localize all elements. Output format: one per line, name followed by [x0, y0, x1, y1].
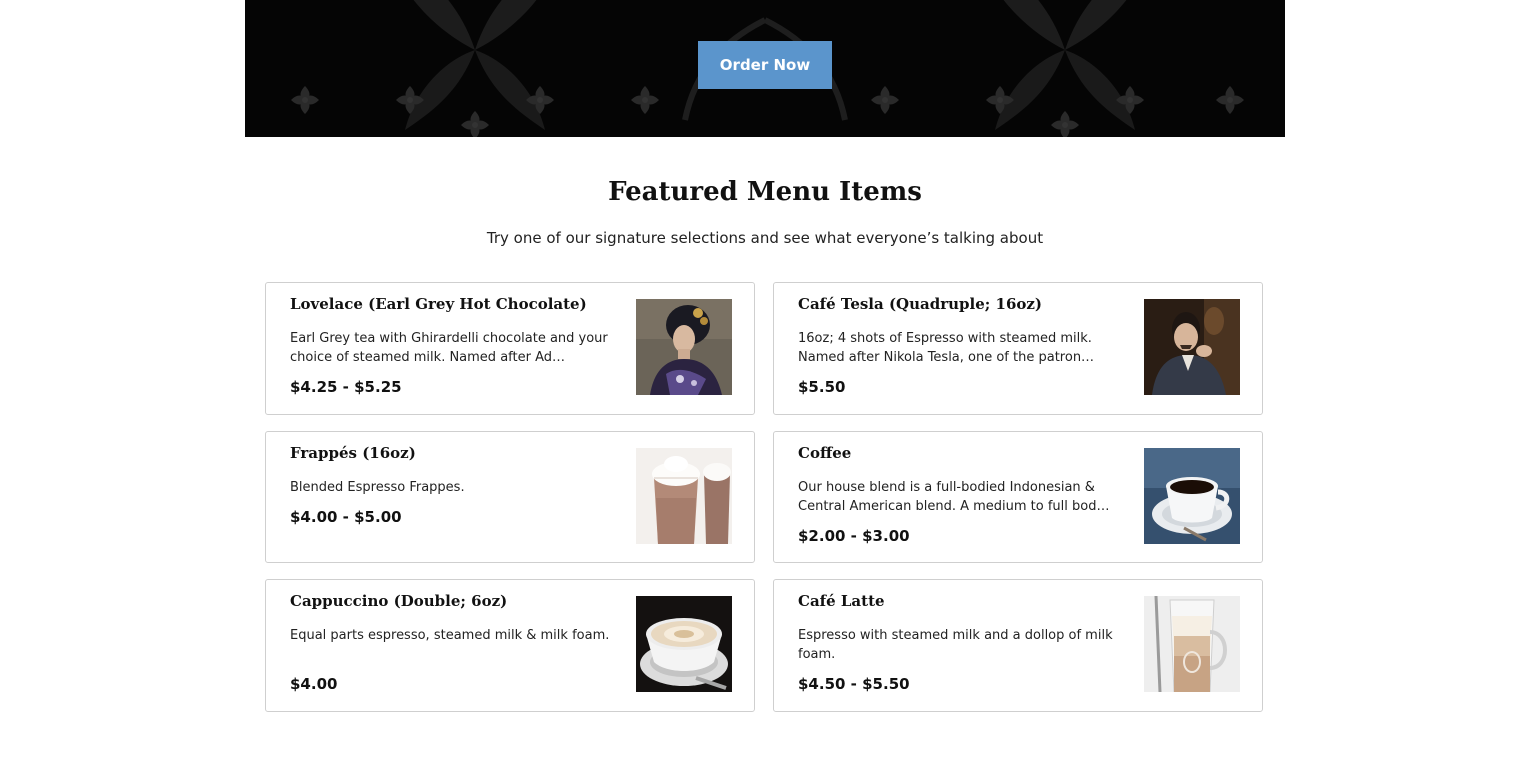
menu-item-name: Lovelace (Earl Grey Hot Chocolate) [290, 295, 587, 313]
menu-item-card[interactable]: Café Tesla (Quadruple; 16oz) 16oz; 4 sho… [773, 282, 1263, 415]
menu-item-name: Café Latte [798, 592, 885, 610]
menu-item-card[interactable]: Coffee Our house blend is a full-bodied … [773, 431, 1263, 563]
menu-item-description: Our house blend is a full-bodied Indones… [798, 480, 1110, 514]
menu-item-name: Coffee [798, 444, 852, 462]
menu-item-name: Frappés (16oz) [290, 444, 416, 462]
menu-item-description: Espresso with steamed milk and a dollop … [798, 628, 1113, 662]
featured-section-title: Featured Menu Items [608, 177, 922, 207]
menu-item-card[interactable]: Lovelace (Earl Grey Hot Chocolate) Earl … [265, 282, 755, 415]
menu-item-description: Earl Grey tea with Ghirardelli chocolate… [290, 331, 608, 365]
menu-item-description: 16oz; 4 shots of Espresso with steamed m… [798, 331, 1095, 365]
menu-item-card[interactable]: Frappés (16oz) Blended Espresso Frappes.… [265, 431, 755, 563]
hero-banner: Order Now [245, 0, 1285, 137]
menu-item-price: $4.25 - $5.25 [290, 378, 402, 396]
nikola-tesla-portrait-image [1144, 299, 1240, 395]
coffee-cup-image [1144, 448, 1240, 544]
menu-item-price: $4.00 [290, 675, 338, 693]
frappe-glasses-image [636, 448, 732, 544]
menu-item-name: Café Tesla (Quadruple; 16oz) [798, 295, 1043, 313]
featured-section-subtitle: Try one of our signature selections and … [486, 229, 1044, 247]
menu-item-price: $4.50 - $5.50 [798, 675, 910, 693]
ada-lovelace-portrait-image [636, 299, 732, 395]
order-now-button[interactable]: Order Now [698, 41, 832, 89]
menu-item-name: Cappuccino (Double; 6oz) [290, 592, 508, 610]
menu-item-description: Blended Espresso Frappes. [290, 480, 465, 495]
menu-item-price: $5.50 [798, 378, 846, 396]
cappuccino-cup-image [636, 596, 732, 692]
menu-item-card[interactable]: Café Latte Espresso with steamed milk an… [773, 579, 1263, 712]
menu-item-price: $2.00 - $3.00 [798, 527, 910, 545]
latte-glass-image [1144, 596, 1240, 692]
menu-item-card[interactable]: Cappuccino (Double; 6oz) Equal parts esp… [265, 579, 755, 712]
menu-item-price: $4.00 - $5.00 [290, 508, 402, 526]
menu-item-description: Equal parts espresso, steamed milk & mil… [290, 628, 610, 643]
